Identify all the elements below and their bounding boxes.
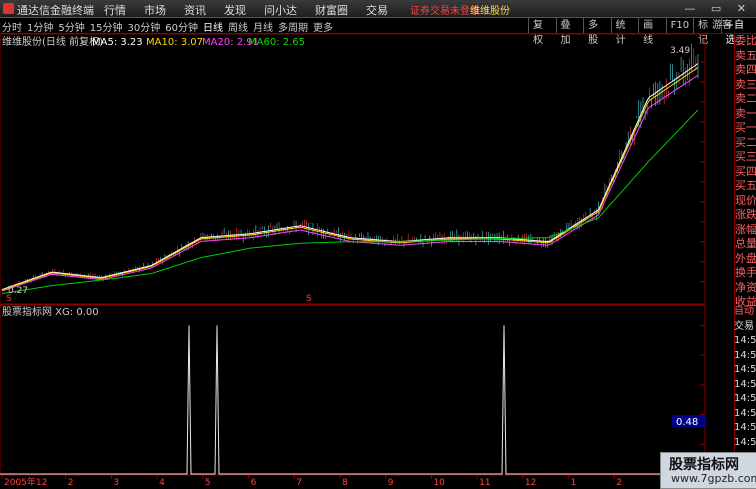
side-label: 涨幅 [735,222,756,236]
indicator-current-value: 0.48 [676,417,698,428]
signal-mark: S [306,294,312,304]
menu-item[interactable]: 交易 [366,4,388,17]
period-tabs: 分时 1分钟 5分钟 15分钟 30分钟 60分钟 日线 周线 月线 多周期 更多 [2,19,338,34]
high-price-label: 3.49 [670,46,690,56]
side-time: 14:5 [734,393,756,404]
x-tick-label: 3 [113,478,119,487]
x-tick-label: 2005年12 [4,476,47,487]
side-time: 14:5 [734,335,756,346]
side-label: 总量 [735,237,756,250]
x-tick-label: 4 [159,478,165,487]
tool-button[interactable]: 叠加 [555,18,584,46]
candlestick-series [1,43,699,291]
side-label: 换手 [735,266,756,279]
tool-button[interactable]: 复权 [528,18,556,46]
x-tick-label: 5 [205,478,211,487]
side-label: 净资 [735,280,756,294]
x-tick-label: 2 [68,478,74,487]
side-time: 14:5 [734,349,756,361]
signal-mark: S [6,294,12,304]
side-label: 委比 [735,34,756,47]
x-tick-label: 8 [342,478,348,487]
side-label: 买三 [735,150,756,163]
tab-period[interactable]: 分时 [2,23,22,34]
ma60-label: MA60: 2.65 [248,37,305,48]
x-tick-label: 6 [251,478,257,487]
app-logo-icon [3,3,14,14]
tab-period[interactable]: 1分钟 [27,23,53,34]
x-tick-label: 7 [296,478,302,487]
menu-item[interactable]: 财富圈 [315,4,348,17]
menu-item[interactable]: 资讯 [184,4,206,17]
side-label[interactable]: 自动 [734,305,756,320]
menu-item[interactable]: 市场 [144,4,166,17]
watermark-url: www.7gpzb.com [671,472,756,485]
x-axis: 2005年1223456789101112123 [1,475,668,487]
main-chart-frame [0,34,706,305]
x-tick-label: 12 [525,478,536,487]
tab-period[interactable]: 30分钟 [127,23,160,34]
x-tick-label: 11 [479,478,490,487]
ma10-label: MA10: 3.07 [146,37,203,48]
side-label: 买四 [735,164,756,178]
x-tick-label: 9 [388,478,394,487]
menu-item[interactable]: 行情 [104,4,126,17]
watermark-title: 股票指标网 [669,457,739,473]
tab-period-active[interactable]: 日线 [203,23,223,34]
x-tick-label: 1 [571,478,577,487]
x-tick-label: 2 [616,478,622,487]
side-time: 14:5 [734,364,756,375]
xg-signal-line [0,325,700,475]
side-time: 14:5 [734,407,756,419]
side-time: 14:5 [734,422,756,433]
side-time: 14:5 [734,436,756,448]
side-label: 卖二 [735,92,756,105]
tab-period[interactable]: 周线 [228,23,248,34]
site-watermark: 股票指标网 www.7gpzb.com [660,452,756,489]
tab-period[interactable]: 60分钟 [165,23,198,34]
tab-period[interactable]: 多周期 [278,23,308,34]
indicator-frame [0,304,706,476]
app-name: 通达信金融终端 [17,4,94,17]
side-label: 涨跌 [735,208,756,221]
title-bar: 通达信金融终端 行情 市场 资讯 发现 问小达 财富圈 交易 证券交易未登录 维维股份 — … [0,0,756,18]
main-chart-title: 维维股份(日线 前复权) [2,35,103,48]
side-top-label[interactable]: 游客 [712,18,732,33]
tab-period[interactable]: 更多 [313,23,333,34]
side-label: 卖五 [735,48,756,62]
tab-period[interactable]: 5分钟 [58,23,84,34]
tool-button[interactable]: 多股 [583,18,611,46]
ma20-line [1,74,699,292]
tool-button[interactable]: 统计 [610,18,639,46]
side-label: 现价 [735,193,756,207]
ma10-line [1,66,699,291]
tab-period[interactable]: 月线 [253,23,273,34]
menu-item[interactable]: 问小达 [264,4,297,17]
time-side-panel: 自动 交易 14:5 14:5 14:5 14:5 14:5 14:5 14:5… [734,305,756,450]
x-tick-label: 10 [433,478,445,487]
indicator-title: 股票指标网 XG: 0.00 [2,305,99,318]
side-label: 卖四 [735,63,756,76]
side-label[interactable]: 交易 [734,320,756,335]
main-menu: 行情 市场 资讯 发现 问小达 财富圈 交易 [104,2,406,18]
current-stock-name: 维维股份 [470,6,510,17]
period-toolbar: 分时 1分钟 5分钟 15分钟 30分钟 60分钟 日线 周线 月线 多周期 更多 复权 叠加 多股… [0,18,756,46]
tab-period[interactable]: 15分钟 [90,23,123,34]
ma5-label: MA5: 3.23 [92,37,143,48]
chart-svg[interactable]: 维维股份(日线 前复权) MA5: 3.23 MA10: 3.07 MA20: … [0,34,706,487]
tool-button[interactable]: 画线 [638,18,666,46]
ma5-line [1,63,699,291]
side-label: 买二 [735,135,756,149]
side-label: 买五 [735,179,756,192]
window-controls[interactable]: — ▭ ✕ [684,2,752,15]
side-label: 卖三 [735,77,756,91]
menu-item[interactable]: 发现 [224,4,246,17]
ma60-line [1,109,699,295]
side-label: 买一 [735,121,756,134]
side-time: 14:5 [734,378,756,390]
tool-button[interactable]: F10 [665,18,693,33]
side-label: 卖一 [735,106,756,120]
side-label: 外盘 [735,251,756,265]
